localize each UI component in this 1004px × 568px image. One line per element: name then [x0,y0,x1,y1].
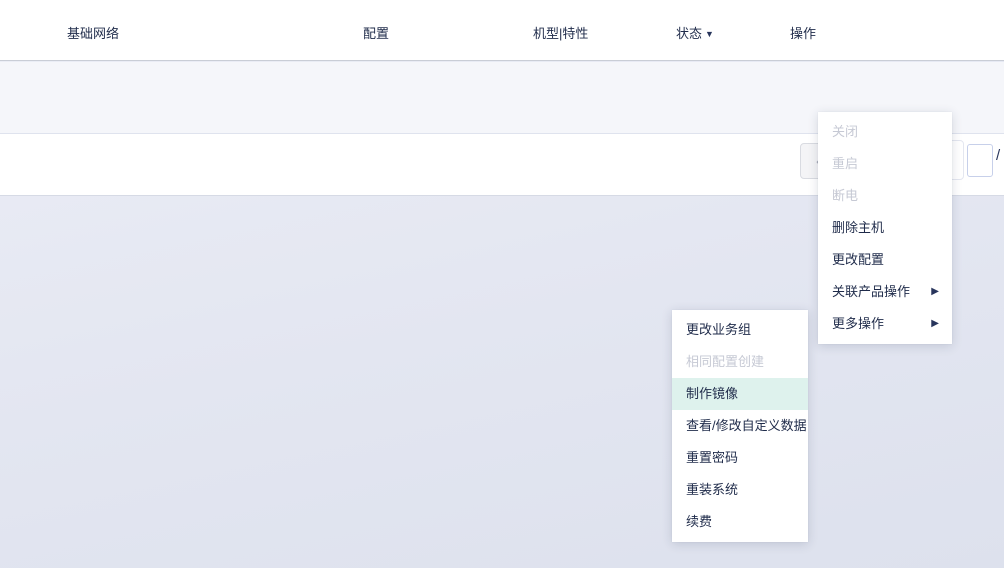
status-header-label: 状态 [676,26,702,41]
related-product-ops-label: 关联产品操作 [832,284,910,299]
page-jump-input[interactable] [967,144,993,177]
menu-item-poweroff: 断电 [818,180,952,212]
table-header-row: 基础网络 配置 机型|特性 状态▼ 操作 [0,0,1004,61]
column-header-config: 配置 [363,23,389,42]
menu-item-more-ops[interactable]: 更多操作 ▶ [818,308,952,340]
menu-item-reinstall-system[interactable]: 重装系统 [672,474,808,506]
action-dropdown-menu: 关闭 重启 断电 删除主机 更改配置 关联产品操作 ▶ 更多操作 ▶ [818,112,952,344]
menu-item-create-image[interactable]: 制作镜像 [672,378,808,410]
status-filter-icon[interactable]: ▼ [705,29,714,39]
menu-item-shutdown: 关闭 [818,116,952,148]
menu-item-change-config[interactable]: 更改配置 [818,244,952,276]
column-header-network: 基础网络 [67,23,119,42]
menu-item-renew[interactable]: 续费 [672,506,808,538]
pagination-separator: / [996,147,1000,164]
column-header-machine-type: 机型|特性 [533,23,588,42]
menu-item-restart: 重启 [818,148,952,180]
menu-item-delete-host[interactable]: 删除主机 [818,212,952,244]
menu-item-related-product-ops[interactable]: 关联产品操作 ▶ [818,276,952,308]
menu-item-reset-password[interactable]: 重置密码 [672,442,808,474]
submenu-arrow-icon: ▶ [931,308,939,340]
more-ops-submenu: 更改业务组 相同配置创建 制作镜像 查看/修改自定义数据 重置密码 重装系统 续… [672,310,808,542]
menu-item-change-business-group[interactable]: 更改业务组 [672,314,808,346]
column-header-actions: 操作 [790,23,816,42]
more-ops-label: 更多操作 [832,316,884,331]
submenu-arrow-icon: ▶ [931,276,939,308]
console-page: 基础网络 配置 机型|特性 状态▼ 操作 可用区B (内) 10.23.159.… [0,0,1004,568]
menu-item-create-same-config: 相同配置创建 [672,346,808,378]
column-header-status[interactable]: 状态▼ [676,23,714,42]
menu-item-view-edit-custom-data[interactable]: 查看/修改自定义数据 [672,410,808,442]
